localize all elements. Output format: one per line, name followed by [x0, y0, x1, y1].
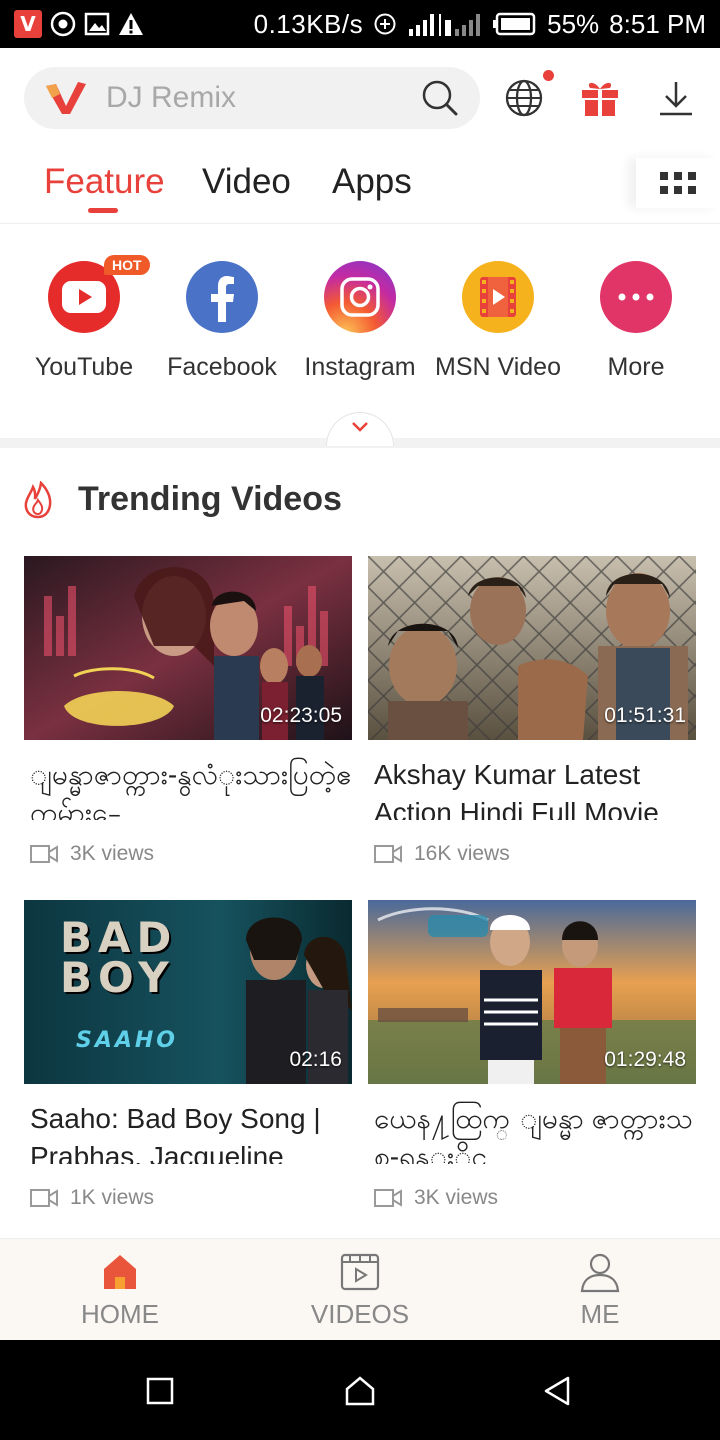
- trending-header: Trending Videos: [22, 480, 342, 519]
- film-icon: [462, 261, 534, 333]
- video-card[interactable]: BAD BOY SAAHO 02:16 Saaho: Bad Boy Song …: [24, 900, 352, 1210]
- bottom-navigation: HOME VIDEOS ME: [0, 1238, 720, 1340]
- video-camera-icon: [30, 1189, 58, 1207]
- shortcut-youtube[interactable]: HOT YouTube: [14, 255, 154, 382]
- nav-label: HOME: [81, 1299, 159, 1329]
- nav-label: ME: [580, 1299, 620, 1329]
- download-icon: [660, 82, 692, 116]
- shortcut-label: Facebook: [167, 353, 277, 381]
- all-categories-button[interactable]: [636, 158, 720, 208]
- clock: 8:51 PM: [609, 8, 706, 39]
- video-thumbnail[interactable]: 02:23:05: [24, 556, 352, 740]
- video-title[interactable]: ျမန္မာဇာတ္ကား-နွလံုးသားပြတဲ့ဧကမ်ား-ေ: [24, 756, 352, 820]
- view-count: 1K views: [24, 1186, 352, 1210]
- shortcut-label: MSN Video: [435, 353, 561, 381]
- shortcut-bar: HOT YouTube Facebook Instagram MSN Video…: [0, 226, 720, 438]
- video-duration: 01:29:48: [604, 1048, 686, 1071]
- language-button[interactable]: [502, 70, 554, 120]
- recents-icon[interactable]: [144, 1375, 176, 1407]
- active-tab-indicator: [88, 208, 118, 213]
- video-card[interactable]: 01:51:31 Akshay Kumar Latest Action Hind…: [368, 556, 696, 866]
- video-thumbnail[interactable]: 01:29:48: [368, 900, 696, 1084]
- thumbnail-logo-text: SAAHO: [76, 1028, 179, 1053]
- video-card[interactable]: 01:29:48 ယေန႔ထြက္ ျမန္မာ ဇာတ္ကားသစ္-ရန္ႏ…: [368, 900, 696, 1210]
- video-card[interactable]: 02:23:05 ျမန္မာဇာတ္ကား-နွလံုးသားပြတဲ့ဧကမ…: [24, 556, 352, 866]
- gift-icon: [582, 82, 618, 116]
- section-title: Trending Videos: [78, 480, 342, 518]
- video-title[interactable]: Saaho: Bad Boy Song | Prabhas, Jacquelin…: [24, 1100, 352, 1164]
- video-camera-icon: [30, 845, 58, 863]
- image-icon: [84, 12, 110, 36]
- tab-feature[interactable]: Feature: [44, 162, 165, 202]
- tab-video[interactable]: Video: [202, 162, 291, 202]
- video-thumbnail[interactable]: BAD BOY SAAHO 02:16: [24, 900, 352, 1084]
- video-duration: 02:23:05: [260, 704, 342, 727]
- nav-videos[interactable]: VIDEOS: [280, 1251, 440, 1330]
- view-count: 3K views: [24, 842, 352, 866]
- shortcut-label: More: [607, 353, 665, 381]
- instagram-icon: [324, 261, 396, 333]
- facebook-icon: [186, 261, 258, 333]
- views-text: 3K views: [70, 842, 155, 865]
- views-text: 3K views: [414, 1186, 499, 1209]
- video-thumbnail[interactable]: 01:51:31: [368, 556, 696, 740]
- vidmate-logo-icon: [46, 82, 86, 114]
- video-camera-icon: [374, 1189, 402, 1207]
- network-speed: 0.13KB/s: [253, 8, 364, 39]
- video-duration: 01:51:31: [604, 704, 686, 727]
- download-button[interactable]: [654, 76, 698, 120]
- shortcut-facebook[interactable]: Facebook: [152, 261, 292, 382]
- youtube-icon: HOT: [48, 255, 150, 333]
- tab-apps[interactable]: Apps: [332, 162, 412, 202]
- battery-level: 55%: [547, 8, 600, 39]
- more-icon: [600, 261, 672, 333]
- video-title[interactable]: ယေန႔ထြက္ ျမန္မာ ဇာတ္ကားသစ္-ရန္ႏိုင္: [368, 1100, 696, 1164]
- status-bar: V 0.13KB/s 55% 8:51 PM: [0, 0, 720, 48]
- battery-icon: [493, 12, 536, 36]
- home-icon: [104, 1255, 136, 1289]
- view-count: 16K views: [368, 842, 696, 866]
- shortcut-label: YouTube: [34, 353, 134, 381]
- system-navigation-bar: [0, 1340, 720, 1440]
- search-icon[interactable]: [420, 78, 460, 118]
- person-icon: [580, 1253, 620, 1293]
- thumbnail-title-text: BAD BOY: [60, 913, 178, 1002]
- nav-label: VIDEOS: [310, 1299, 410, 1329]
- flame-icon: [24, 480, 52, 518]
- chevron-down-icon: [352, 422, 368, 432]
- shortcut-more[interactable]: More: [566, 261, 706, 382]
- views-text: 1K views: [70, 1186, 155, 1209]
- signal-icon: [409, 14, 481, 36]
- view-count: 3K views: [368, 1186, 696, 1210]
- shortcut-instagram[interactable]: Instagram: [290, 261, 430, 382]
- views-text: 16K views: [414, 842, 510, 865]
- globe-icon: [505, 79, 543, 117]
- warning-icon: [119, 13, 143, 35]
- video-camera-icon: [374, 845, 402, 863]
- hot-badge: HOT: [104, 255, 150, 275]
- back-icon[interactable]: [542, 1375, 574, 1407]
- grid-icon: [660, 172, 696, 194]
- nav-me[interactable]: ME: [520, 1251, 680, 1330]
- video-title[interactable]: Akshay Kumar Latest Action Hindi Full Mo…: [368, 756, 696, 820]
- search-bar[interactable]: DJ Remix: [24, 67, 480, 129]
- video-player-icon: [340, 1253, 380, 1291]
- home-button-icon[interactable]: [344, 1375, 376, 1407]
- chrome-icon: [50, 11, 76, 37]
- app-notification-icon: V: [14, 10, 42, 38]
- gift-button[interactable]: [578, 76, 622, 120]
- nav-home[interactable]: HOME: [40, 1251, 200, 1330]
- notification-dot: [543, 70, 554, 81]
- header: DJ Remix: [0, 48, 720, 148]
- data-saver-icon: [374, 13, 396, 35]
- video-duration: 02:16: [289, 1048, 342, 1071]
- shortcut-label: Instagram: [304, 353, 416, 381]
- search-input[interactable]: DJ Remix: [106, 81, 420, 115]
- shortcut-msn-video[interactable]: MSN Video: [428, 261, 568, 382]
